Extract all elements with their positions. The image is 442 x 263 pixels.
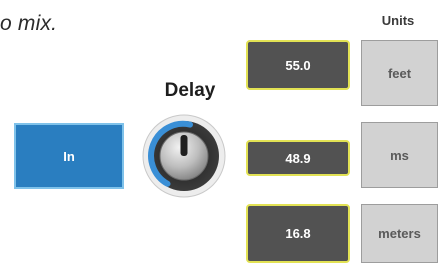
delay-panel: o mix. Units Delay In 55.0 feet 48.9 ms … xyxy=(0,0,442,263)
units-header: Units xyxy=(381,13,415,28)
delay-ms-value[interactable]: 48.9 xyxy=(246,140,350,176)
distance-meters-value[interactable]: 16.8 xyxy=(246,204,350,263)
unit-feet-button[interactable]: feet xyxy=(361,40,438,106)
delay-knob[interactable] xyxy=(141,113,227,199)
knob-pointer xyxy=(180,135,188,156)
caption-text: o mix. xyxy=(0,12,58,35)
delay-title: Delay xyxy=(164,80,216,101)
unit-ms-button[interactable]: ms xyxy=(361,122,438,188)
distance-feet-value[interactable]: 55.0 xyxy=(246,40,350,90)
unit-meters-button[interactable]: meters xyxy=(361,204,438,263)
delay-in-button[interactable]: In xyxy=(14,123,124,189)
